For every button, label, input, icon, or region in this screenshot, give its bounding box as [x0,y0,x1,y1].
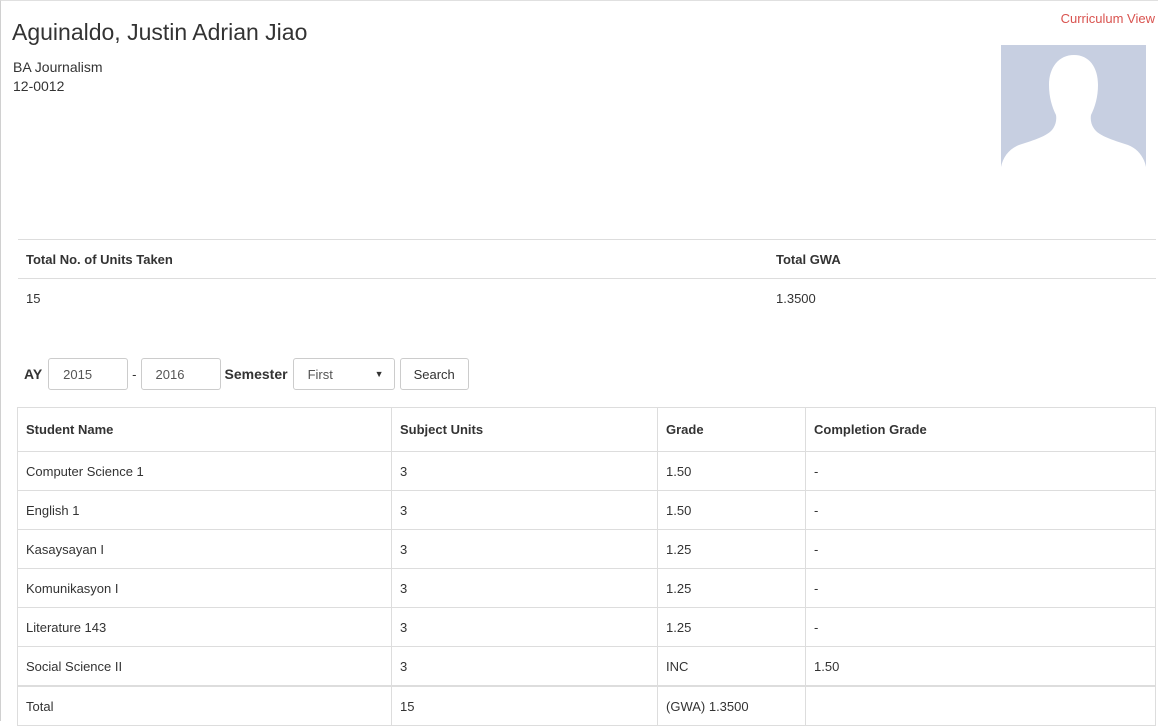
subject-grade: 1.25 [657,607,806,647]
completion-grade: - [805,490,1156,530]
subject-units: 3 [391,451,658,491]
table-row: Social Science II 3 INC 1.50 [17,646,1156,687]
table-row: Komunikasyon I 3 1.25 - [17,568,1156,608]
subject-grade: 1.50 [657,451,806,491]
subject-name: English 1 [17,490,392,530]
subject-grade: INC [657,646,806,687]
col-student-name: Student Name [17,407,392,452]
completion-grade: - [805,529,1156,569]
total-gwa: (GWA) 1.3500 [657,685,806,726]
grades-table: Student Name Subject Units Grade Complet… [17,407,1156,726]
subject-units: 3 [391,607,658,647]
ay-label: AY [24,366,43,382]
subject-units: 3 [391,529,658,569]
subject-name: Kasaysayan I [17,529,392,569]
total-gwa-value: 1.3500 [768,278,1156,317]
subject-name: Computer Science 1 [17,451,392,491]
subject-units: 3 [391,646,658,687]
search-button[interactable]: Search [399,358,469,390]
completion-grade: - [805,568,1156,608]
subject-units: 3 [391,568,658,608]
person-silhouette-icon [1001,45,1146,179]
student-name: Aguinaldo, Justin Adrian Jiao [12,19,308,45]
avatar [1001,45,1146,179]
table-row: Literature 143 3 1.25 - [17,607,1156,647]
semester-select[interactable]: First ▼ [292,358,395,390]
student-program: BA Journalism [13,59,103,75]
ay-from-input[interactable] [48,358,129,390]
total-row: Total 15 (GWA) 1.3500 [17,685,1156,726]
ay-to-input[interactable] [140,358,221,390]
subject-grade: 1.25 [657,568,806,608]
table-row: Computer Science 1 3 1.50 - [17,451,1156,491]
curriculum-view-link[interactable]: Curriculum View [1061,11,1155,26]
subject-units: 3 [391,490,658,530]
subject-name: Komunikasyon I [17,568,392,608]
caret-down-icon: ▼ [374,369,384,379]
table-row: Kasaysayan I 3 1.25 - [17,529,1156,569]
summary-table: Total No. of Units Taken Total GWA 15 1.… [18,239,1156,317]
total-completion [805,685,1156,726]
ay-dash: - [132,366,137,382]
completion-grade: - [805,607,1156,647]
subject-name: Social Science II [17,646,392,687]
student-id: 12-0012 [13,78,65,94]
col-grade: Grade [657,407,806,452]
completion-grade: - [805,451,1156,491]
col-completion-grade: Completion Grade [805,407,1156,452]
col-subject-units: Subject Units [391,407,658,452]
subject-grade: 1.25 [657,529,806,569]
total-units: 15 [391,685,658,726]
subject-grade: 1.50 [657,490,806,530]
total-units-label: Total No. of Units Taken [18,239,768,279]
semester-label: Semester [224,366,288,382]
total-label: Total [17,685,392,726]
semester-select-value: First [307,366,333,382]
total-units-value: 15 [18,278,768,317]
completion-grade: 1.50 [805,646,1156,687]
student-header: Aguinaldo, Justin Adrian Jiao BA Journal… [1,1,1158,239]
grades-header-row: Student Name Subject Units Grade Complet… [17,407,1156,452]
subject-name: Literature 143 [17,607,392,647]
total-gwa-label: Total GWA [768,239,1156,279]
table-row: English 1 3 1.50 - [17,490,1156,530]
filter-bar: AY - Semester First ▼ Search [24,356,469,392]
